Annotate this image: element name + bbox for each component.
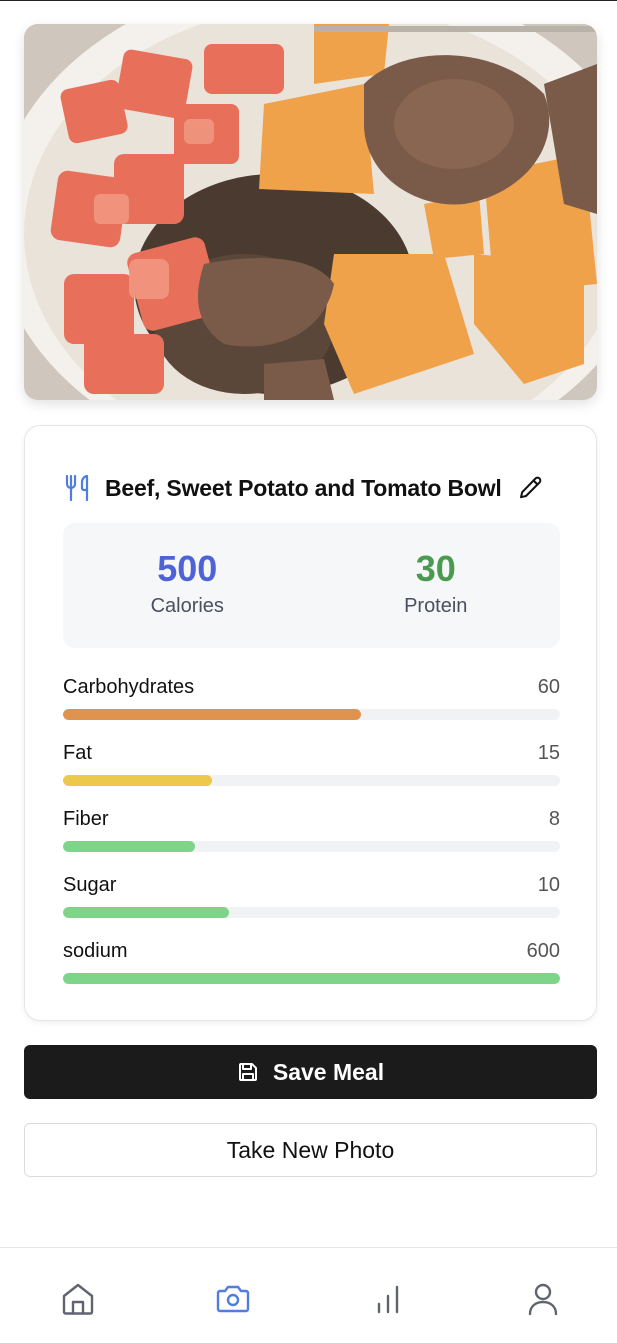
protein-label: Protein bbox=[404, 595, 468, 617]
nutrient-amount: 60 bbox=[537, 676, 560, 698]
nutrient-list: Carbohydrates 60 Fat 15 Fiber 8 Sugar 10… bbox=[63, 672, 560, 1002]
nutrient-bar-fill bbox=[63, 907, 229, 918]
take-new-photo-button[interactable]: Take New Photo bbox=[24, 1123, 597, 1177]
nutrient-name: sodium bbox=[63, 940, 128, 962]
pencil-icon[interactable] bbox=[518, 475, 544, 501]
nutrient-bar-fill bbox=[63, 709, 362, 720]
calories-value: 500 bbox=[157, 548, 218, 589]
meal-title: Beef, Sweet Potato and Tomato Bowl bbox=[105, 474, 502, 501]
nutrient-name: Carbohydrates bbox=[63, 676, 195, 698]
top-border bbox=[0, 0, 617, 1]
nutrient-row-sodium: sodium 600 bbox=[63, 936, 560, 1002]
nutrient-amount: 10 bbox=[537, 874, 560, 896]
nutrient-bar-fill bbox=[63, 775, 213, 786]
nav-stats[interactable] bbox=[370, 1281, 406, 1317]
nutrient-name: Fat bbox=[63, 742, 92, 764]
nutrient-row-fiber: Fiber 8 bbox=[63, 804, 560, 870]
nav-camera[interactable] bbox=[215, 1281, 251, 1317]
save-meal-label: Save Meal bbox=[272, 1058, 385, 1085]
bar-chart-icon bbox=[377, 1285, 399, 1314]
nutrient-bar-fill bbox=[63, 841, 195, 852]
user-icon bbox=[528, 1283, 558, 1316]
nutrient-bar-track bbox=[63, 709, 560, 720]
calories-stat: 500 Calories bbox=[63, 523, 312, 648]
floppy-disk-icon bbox=[238, 1063, 257, 1081]
nutrient-amount: 600 bbox=[526, 940, 560, 962]
nutrient-bar-track bbox=[63, 775, 560, 786]
bottom-nav bbox=[0, 1247, 617, 1343]
nav-home[interactable] bbox=[60, 1281, 96, 1317]
nutrient-bar-fill bbox=[63, 973, 560, 984]
home-icon bbox=[62, 1283, 94, 1315]
take-new-photo-label: Take New Photo bbox=[226, 1136, 395, 1163]
camera-icon bbox=[216, 1285, 250, 1313]
nutrient-name: Sugar bbox=[63, 874, 117, 896]
utensils-icon bbox=[65, 474, 89, 502]
nav-profile[interactable] bbox=[525, 1281, 561, 1317]
nutrition-card: Beef, Sweet Potato and Tomato Bowl 500 C… bbox=[24, 425, 597, 1021]
protein-value: 30 bbox=[415, 548, 456, 589]
meal-title-row: Beef, Sweet Potato and Tomato Bowl bbox=[63, 470, 558, 506]
nutrient-row-carbohydrates: Carbohydrates 60 bbox=[63, 672, 560, 738]
nutrient-bar-track bbox=[63, 973, 560, 984]
meal-photo-image bbox=[24, 24, 597, 400]
nutrient-row-sugar: Sugar 10 bbox=[63, 870, 560, 936]
macro-summary: 500 Calories 30 Protein bbox=[63, 523, 560, 648]
save-meal-button[interactable]: Save Meal bbox=[24, 1045, 597, 1099]
nutrient-amount: 15 bbox=[537, 742, 560, 764]
nutrient-row-fat: Fat 15 bbox=[63, 738, 560, 804]
nutrient-bar-track bbox=[63, 841, 560, 852]
protein-stat: 30 Protein bbox=[312, 523, 561, 648]
calories-label: Calories bbox=[150, 595, 224, 617]
nutrient-amount: 8 bbox=[548, 808, 560, 830]
nutrient-name: Fiber bbox=[63, 808, 109, 830]
meal-photo bbox=[24, 24, 597, 400]
nutrient-bar-track bbox=[63, 907, 560, 918]
